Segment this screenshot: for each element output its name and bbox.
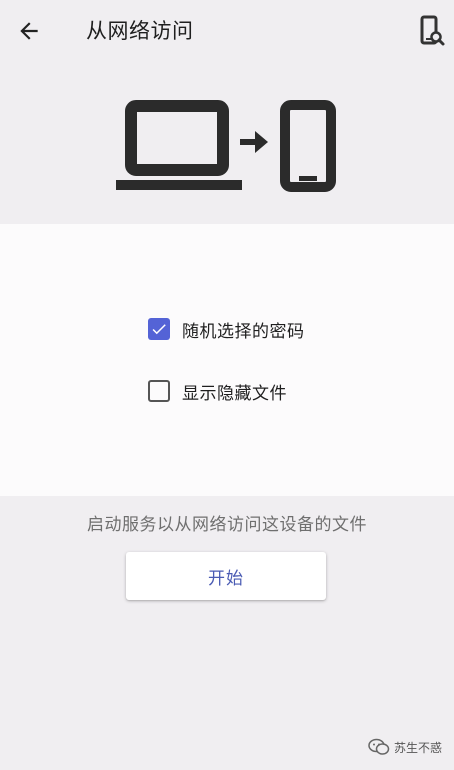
checkmark-icon [152,324,166,335]
arrow-left-icon [20,22,38,40]
app-bar: 从网络访问 [0,0,454,64]
arrow-right-icon [240,131,268,153]
options-card: 随机选择的密码 显示隐藏文件 [0,224,454,496]
show-hidden-files-checkbox[interactable] [148,380,170,402]
phone-icon [280,100,336,192]
show-hidden-files-label: 显示隐藏文件 [182,383,287,404]
hero-illustration [0,64,454,224]
device-search-icon [420,15,445,46]
random-password-checkbox[interactable] [148,318,170,340]
page-title: 从网络访问 [86,19,194,43]
start-button[interactable]: 开始 [126,552,326,600]
random-password-option[interactable]: 随机选择的密码 [148,314,305,344]
start-service-hint: 启动服务以从网络访问这设备的文件 [87,515,367,535]
laptop-icon [116,100,242,190]
back-button[interactable] [12,14,46,48]
wechat-icon [368,738,390,755]
device-search-button[interactable] [412,12,450,50]
show-hidden-files-option[interactable]: 显示隐藏文件 [148,376,287,406]
watermark-text: 苏生不惑 [394,740,443,755]
watermark: 苏生不惑 [368,738,442,756]
random-password-label: 随机选择的密码 [182,321,305,342]
